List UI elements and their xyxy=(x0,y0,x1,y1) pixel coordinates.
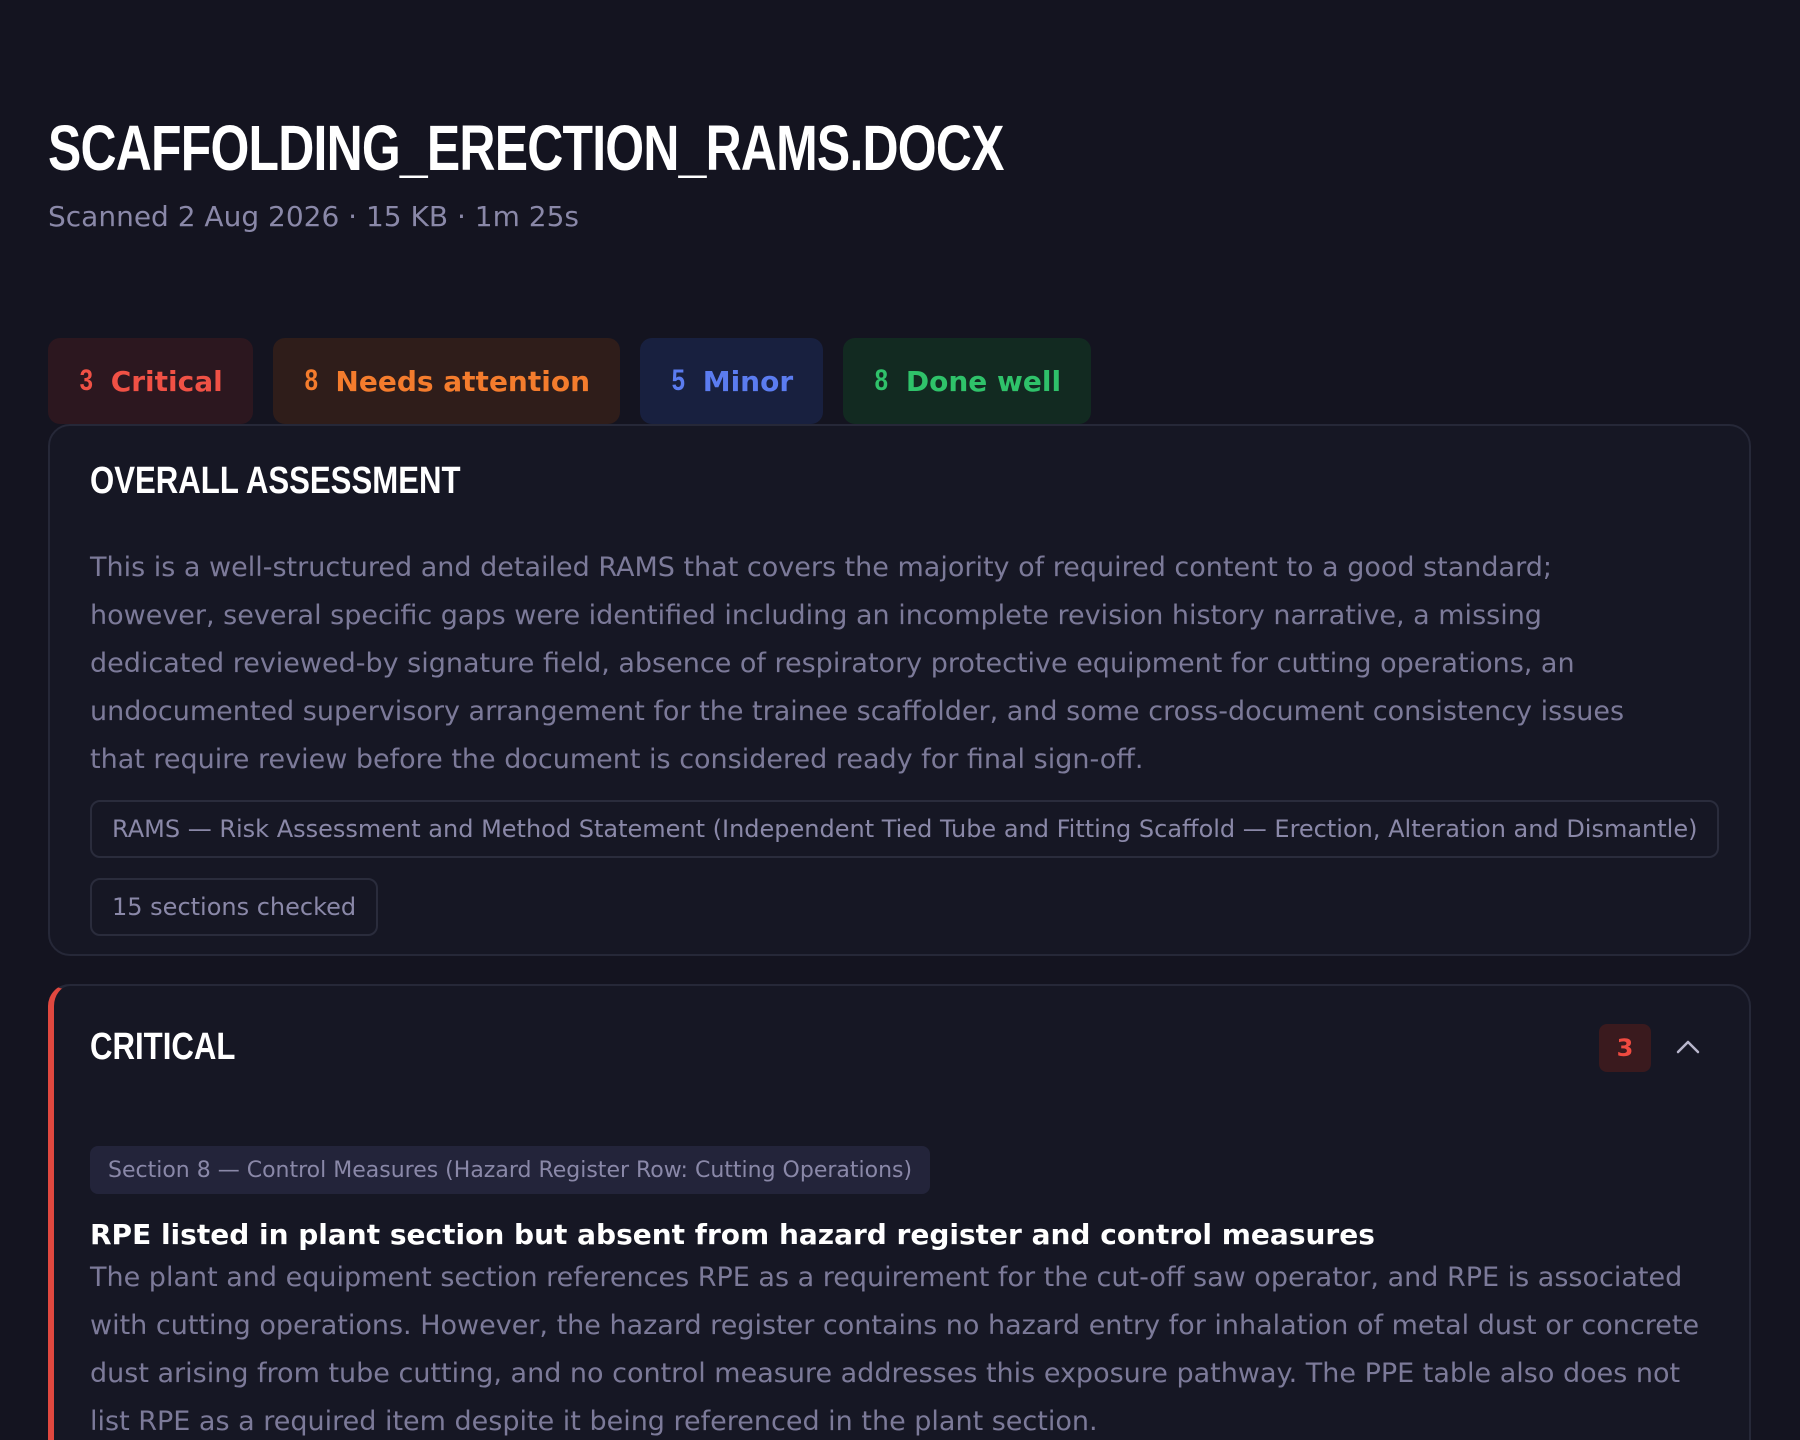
finding-section-tag: Section 8 — Control Measures (Hazard Reg… xyxy=(90,1146,931,1194)
sections-checked-tag: 15 sections checked xyxy=(90,878,379,936)
finding-title: RPE listed in plant section but absent f… xyxy=(90,1218,1375,1251)
overall-assessment-summary: This is a well-structured and detailed R… xyxy=(90,552,1625,775)
finding-description: The plant and equipment section referenc… xyxy=(90,1262,1700,1437)
critical-count-badge: 3 xyxy=(1599,1024,1651,1072)
overall-assessment-heading: OVERALL ASSESSMENT xyxy=(90,460,461,502)
chevron-up-icon[interactable] xyxy=(1671,1030,1705,1064)
critical-heading[interactable]: CRITICAL xyxy=(90,1026,235,1069)
needs-attention-count: 8 xyxy=(304,364,318,397)
done-well-filter-chip[interactable]: 8 Done well xyxy=(843,338,1092,424)
needs-attention-filter-chip[interactable]: 8 Needs attention xyxy=(272,338,621,424)
done-well-label: Done well xyxy=(905,364,1062,398)
document-meta: Scanned 2 Aug 2026 · 15 KB · 1m 25s xyxy=(48,200,579,233)
critical-count: 3 xyxy=(79,364,94,397)
scan-report-page: SCAFFOLDING_ERECTION_RAMS.DOCX Scanned 2… xyxy=(0,0,1800,1440)
overall-assessment-card: OVERALL ASSESSMENT This is a well-struct… xyxy=(48,424,1751,956)
done-well-count: 8 xyxy=(874,364,889,397)
minor-filter-chip[interactable]: 5 Minor xyxy=(640,338,824,424)
critical-filter-chip[interactable]: 3 Critical xyxy=(48,338,253,424)
needs-attention-label: Needs attention xyxy=(335,364,591,398)
minor-count: 5 xyxy=(671,364,686,397)
minor-label: Minor xyxy=(702,364,794,398)
document-type-tag: RAMS — Risk Assessment and Method Statem… xyxy=(90,800,1720,858)
critical-label: Critical xyxy=(110,364,223,398)
severity-summary: 3 Critical 8 Needs attention 5 Minor 8 D… xyxy=(48,338,1092,424)
document-title: SCAFFOLDING_ERECTION_RAMS.DOCX xyxy=(48,112,1004,184)
critical-findings-card: CRITICAL 3 Section 8 — Control Measures … xyxy=(48,984,1751,1440)
